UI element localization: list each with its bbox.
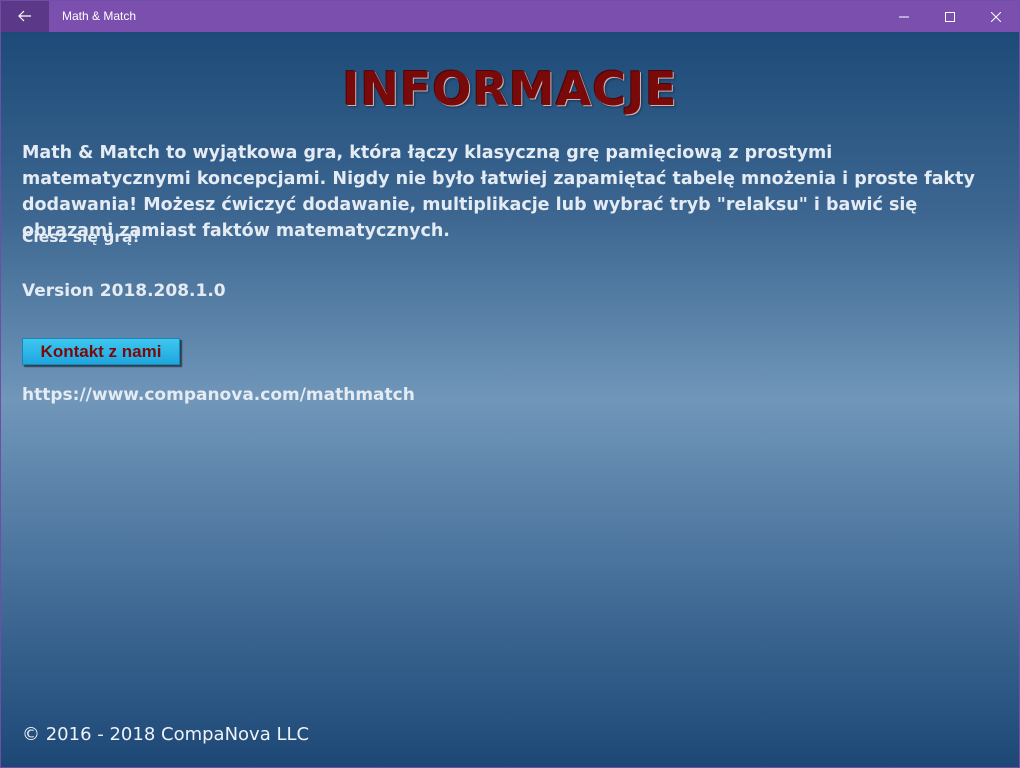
window-title: Math & Match — [62, 9, 137, 23]
maximize-icon — [945, 7, 955, 26]
minimize-icon — [899, 7, 909, 26]
close-button[interactable] — [973, 1, 1019, 32]
page-heading: INFORMACJE — [342, 62, 678, 116]
enjoy-text: Ciesz się grą! — [22, 228, 140, 246]
app-window: Math & Match INFORMACJE Math & Match to … — [0, 0, 1020, 768]
minimize-button[interactable] — [881, 1, 927, 32]
copyright-text: © 2016 - 2018 CompaNova LLC — [22, 724, 310, 745]
info-page: INFORMACJE Math & Match to wyjątkowa gra… — [1, 32, 1019, 767]
close-icon — [990, 7, 1002, 26]
back-arrow-icon — [18, 7, 32, 26]
description-text: Math & Match to wyjątkowa gra, która łąc… — [22, 143, 975, 241]
contact-us-button[interactable]: Kontakt z nami — [22, 338, 180, 365]
website-url: https://www.companova.com/mathmatch — [22, 385, 415, 405]
back-button[interactable] — [1, 1, 49, 32]
version-text: Version 2018.208.1.0 — [22, 281, 226, 301]
title-bar: Math & Match — [1, 1, 1019, 32]
maximize-button[interactable] — [927, 1, 973, 32]
